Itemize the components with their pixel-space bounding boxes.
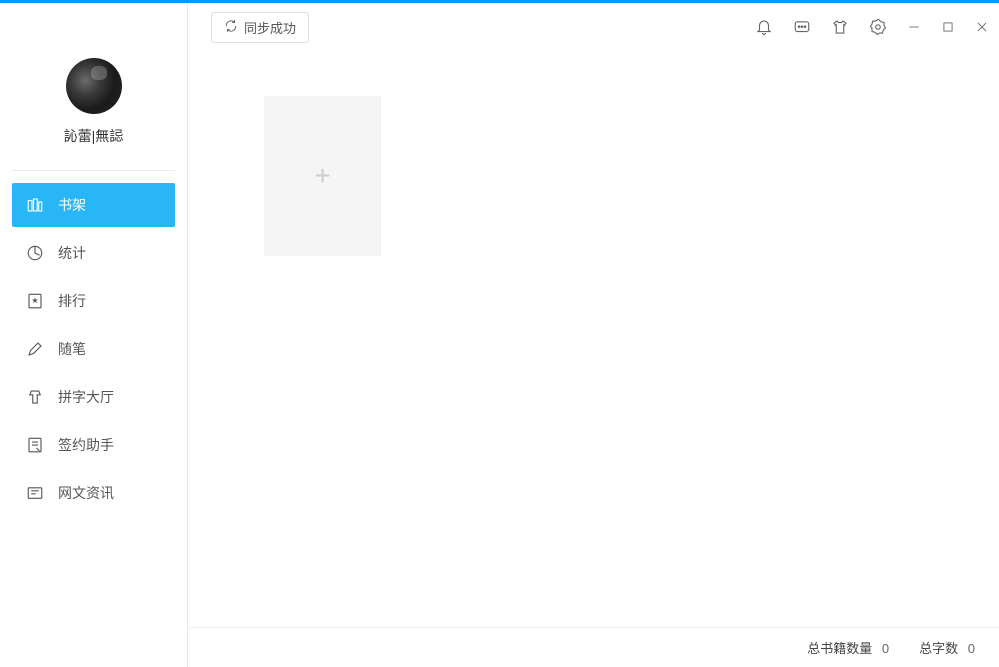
divider — [12, 170, 175, 171]
shirt-icon[interactable] — [831, 18, 849, 36]
news-icon — [26, 484, 44, 502]
sidebar-item-label: 排行 — [58, 291, 86, 311]
add-book-card[interactable]: + — [264, 96, 381, 256]
refresh-icon — [224, 19, 238, 36]
sidebar-item-label: 随笔 — [58, 339, 86, 359]
sidebar-item-news[interactable]: 网文资讯 — [12, 471, 175, 515]
sync-button-label: 同步成功 — [244, 18, 296, 37]
maximize-icon[interactable] — [941, 20, 955, 34]
header: 同步成功 — [189, 3, 999, 51]
bookshelf-icon — [26, 196, 44, 214]
sidebar-item-label: 书架 — [58, 195, 86, 215]
close-icon[interactable] — [975, 20, 989, 34]
book-count: 总书籍数量 0 — [807, 638, 889, 657]
sidebar-item-contract[interactable]: 签约助手 — [12, 423, 175, 467]
word-count: 总字数 0 — [919, 638, 975, 657]
status-bar: 总书籍数量 0 总字数 0 — [189, 627, 999, 667]
essay-icon — [26, 340, 44, 358]
book-count-value: 0 — [882, 641, 889, 656]
stats-icon — [26, 244, 44, 262]
sidebar-item-ranking[interactable]: 排行 — [12, 279, 175, 323]
sidebar-item-typing-hall[interactable]: 拼字大厅 — [12, 375, 175, 419]
sidebar-item-label: 签约助手 — [58, 435, 114, 455]
bell-icon[interactable] — [755, 18, 773, 36]
nav-list: 书架 统计 排行 随笔 拼字大厅 — [0, 183, 187, 515]
sidebar-item-label: 统计 — [58, 243, 86, 263]
minimize-icon[interactable] — [907, 20, 921, 34]
main-area: 同步成功 + — [189, 3, 999, 627]
contract-icon — [26, 436, 44, 454]
word-count-value: 0 — [968, 641, 975, 656]
sidebar-item-essay[interactable]: 随笔 — [12, 327, 175, 371]
sidebar-item-label: 网文资讯 — [58, 483, 114, 503]
sidebar-item-bookshelf[interactable]: 书架 — [12, 183, 175, 227]
username: 訫蕾|無誋 — [0, 126, 187, 146]
content: + — [189, 51, 999, 627]
book-count-label: 总书籍数量 — [807, 641, 872, 656]
plus-icon: + — [314, 160, 330, 192]
header-icons — [755, 18, 989, 36]
message-icon[interactable] — [793, 18, 811, 36]
sync-button[interactable]: 同步成功 — [211, 12, 309, 43]
sidebar: 訫蕾|無誋 书架 统计 排行 随笔 — [0, 3, 188, 667]
sidebar-item-label: 拼字大厅 — [58, 387, 114, 407]
gear-icon[interactable] — [869, 18, 887, 36]
sidebar-item-stats[interactable]: 统计 — [12, 231, 175, 275]
typing-hall-icon — [26, 388, 44, 406]
avatar[interactable] — [66, 58, 122, 114]
ranking-icon — [26, 292, 44, 310]
word-count-label: 总字数 — [919, 641, 958, 656]
